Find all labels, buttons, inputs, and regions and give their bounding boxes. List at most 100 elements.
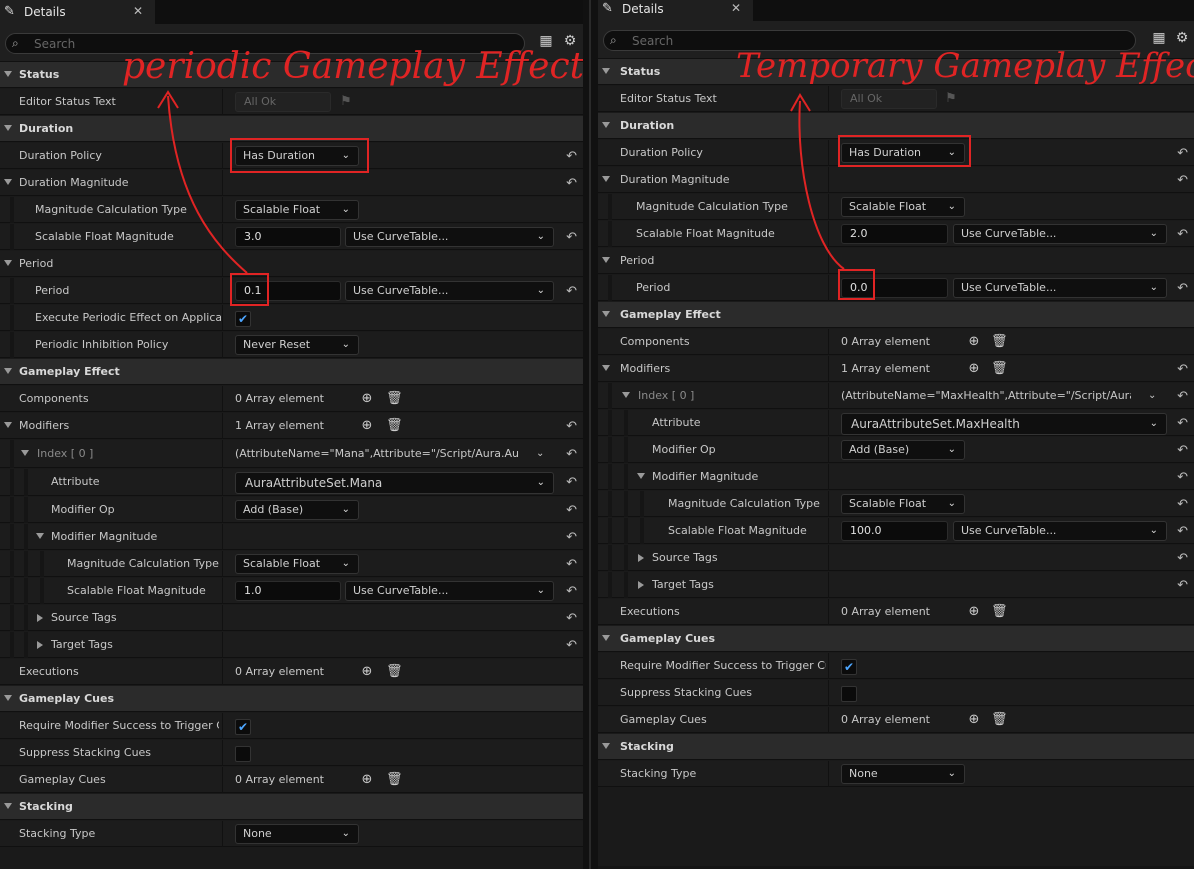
category-status[interactable]: Status <box>598 59 1194 85</box>
periodic-inhibition-dropdown[interactable]: Never Reset ⌄ <box>235 335 359 355</box>
column-splitter[interactable] <box>828 572 829 598</box>
column-splitter[interactable] <box>828 680 829 706</box>
require-modifier-success-checkbox[interactable]: ✔ <box>235 719 251 735</box>
column-splitter[interactable] <box>222 469 223 496</box>
column-splitter[interactable] <box>828 221 829 247</box>
require-modifier-success-checkbox[interactable]: ✔ <box>841 659 857 675</box>
column-splitter[interactable] <box>222 821 223 847</box>
reset-icon[interactable]: ↶ <box>1177 146 1188 161</box>
column-splitter[interactable] <box>828 707 829 733</box>
trash-icon[interactable]: 🗑 <box>991 604 1008 620</box>
trash-icon[interactable]: 🗑 <box>386 772 403 788</box>
execute-periodic-checkbox[interactable]: ✔ <box>235 311 251 327</box>
reset-icon[interactable]: ↶ <box>1177 389 1188 404</box>
row-target-tags[interactable]: Target Tags ↶ <box>0 632 583 658</box>
column-splitter[interactable] <box>222 440 223 468</box>
row-target-tags[interactable]: Target Tags ↶ <box>598 572 1194 598</box>
column-splitter[interactable] <box>222 197 223 223</box>
reset-icon[interactable]: ↶ <box>566 284 577 299</box>
column-splitter[interactable] <box>828 383 829 409</box>
trash-icon[interactable]: 🗑 <box>991 712 1008 728</box>
category-gameplay-cues[interactable]: Gameplay Cues <box>598 626 1194 652</box>
reset-icon[interactable]: ↶ <box>566 419 577 434</box>
add-element-icon[interactable]: ⊕ <box>966 334 982 350</box>
add-element-icon[interactable]: ⊕ <box>359 391 375 407</box>
trash-icon[interactable]: 🗑 <box>991 361 1008 377</box>
column-splitter[interactable] <box>222 551 223 577</box>
row-period-group[interactable]: Period <box>0 251 583 277</box>
reset-icon[interactable]: ↶ <box>566 503 577 518</box>
reset-icon[interactable]: ↶ <box>1177 497 1188 512</box>
magnitude-calculation-dropdown[interactable]: Scalable Float ⌄ <box>841 494 965 514</box>
column-splitter[interactable] <box>828 599 829 625</box>
reset-icon[interactable]: ↶ <box>566 475 577 490</box>
scalable-float-input[interactable]: 1.0 <box>235 581 341 601</box>
curve-table-dropdown[interactable]: Use CurveTable... ⌄ <box>953 521 1167 541</box>
reset-icon[interactable]: ↶ <box>1177 362 1188 377</box>
reset-icon[interactable]: ↶ <box>566 584 577 599</box>
column-splitter[interactable] <box>222 632 223 658</box>
close-icon[interactable]: ✕ <box>731 1 741 15</box>
category-gameplay-cues[interactable]: Gameplay Cues <box>0 686 583 712</box>
column-splitter[interactable] <box>828 518 829 544</box>
tab-details[interactable]: ✎ Details ✕ <box>598 0 753 21</box>
reset-icon[interactable]: ↶ <box>1177 416 1188 431</box>
category-gameplay-effect[interactable]: Gameplay Effect <box>0 359 583 385</box>
column-splitter[interactable] <box>222 278 223 304</box>
column-splitter[interactable] <box>828 437 829 463</box>
tab-details[interactable]: ✎ Details ✕ <box>0 0 155 24</box>
row-duration-magnitude[interactable]: Duration Magnitude ↶ <box>0 170 583 196</box>
scalable-float-input[interactable]: 100.0 <box>841 521 948 541</box>
column-splitter[interactable] <box>222 170 223 196</box>
column-splitter[interactable] <box>222 143 223 169</box>
chevron-down-icon[interactable]: ⌄ <box>536 440 544 466</box>
column-splitter[interactable] <box>828 248 829 274</box>
add-element-icon[interactable]: ⊕ <box>966 361 982 377</box>
column-splitter[interactable] <box>828 140 829 166</box>
row-index-0[interactable]: Index [ 0 ] (AttributeName="Mana",Attrib… <box>0 440 583 468</box>
category-stacking[interactable]: Stacking <box>0 794 583 820</box>
column-splitter[interactable] <box>222 605 223 631</box>
column-splitter[interactable] <box>828 761 829 787</box>
reset-icon[interactable]: ↶ <box>566 557 577 572</box>
row-modifier-magnitude[interactable]: Modifier Magnitude ↶ <box>0 524 583 550</box>
reset-icon[interactable]: ↶ <box>1177 578 1188 593</box>
magnitude-calculation-dropdown[interactable]: Scalable Float ⌄ <box>235 554 359 574</box>
row-period-group[interactable]: Period <box>598 248 1194 274</box>
magnitude-calculation-dropdown[interactable]: Scalable Float ⌄ <box>841 197 965 217</box>
column-splitter[interactable] <box>222 767 223 793</box>
scalable-float-input[interactable]: 2.0 <box>841 224 948 244</box>
reset-icon[interactable]: ↶ <box>1177 551 1188 566</box>
stacking-type-dropdown[interactable]: None ⌄ <box>235 824 359 844</box>
column-splitter[interactable] <box>828 356 829 382</box>
column-splitter[interactable] <box>222 305 223 331</box>
trash-icon[interactable]: 🗑 <box>991 334 1008 350</box>
column-splitter[interactable] <box>828 194 829 220</box>
column-splitter[interactable] <box>222 713 223 739</box>
row-modifiers[interactable]: Modifiers 1 Array element ⊕ 🗑 ↶ <box>0 413 583 439</box>
column-splitter[interactable] <box>222 386 223 412</box>
reset-icon[interactable]: ↶ <box>1177 470 1188 485</box>
add-element-icon[interactable]: ⊕ <box>966 604 982 620</box>
magnitude-calculation-dropdown[interactable]: Scalable Float ⌄ <box>235 200 359 220</box>
add-element-icon[interactable]: ⊕ <box>359 664 375 680</box>
reset-icon[interactable]: ↶ <box>1177 443 1188 458</box>
gear-icon[interactable]: ⚙ <box>1173 29 1191 47</box>
reset-icon[interactable]: ↶ <box>1177 524 1188 539</box>
column-splitter[interactable] <box>222 578 223 604</box>
column-splitter[interactable] <box>828 167 829 193</box>
trash-icon[interactable]: 🗑 <box>386 664 403 680</box>
reset-icon[interactable]: ↶ <box>566 611 577 626</box>
category-stacking[interactable]: Stacking <box>598 734 1194 760</box>
column-splitter[interactable] <box>222 413 223 439</box>
column-splitter[interactable] <box>222 332 223 358</box>
column-splitter[interactable] <box>828 329 829 355</box>
reset-icon[interactable]: ↶ <box>1177 281 1188 296</box>
add-element-icon[interactable]: ⊕ <box>359 418 375 434</box>
table-view-icon[interactable]: ▦ <box>537 32 555 50</box>
curve-table-dropdown[interactable]: Use CurveTable... ⌄ <box>953 224 1167 244</box>
attribute-dropdown[interactable]: AuraAttributeSet.MaxHealth ⌄ <box>841 413 1167 435</box>
add-element-icon[interactable]: ⊕ <box>966 712 982 728</box>
curve-table-dropdown[interactable]: Use CurveTable... ⌄ <box>345 281 554 301</box>
column-splitter[interactable] <box>222 659 223 685</box>
